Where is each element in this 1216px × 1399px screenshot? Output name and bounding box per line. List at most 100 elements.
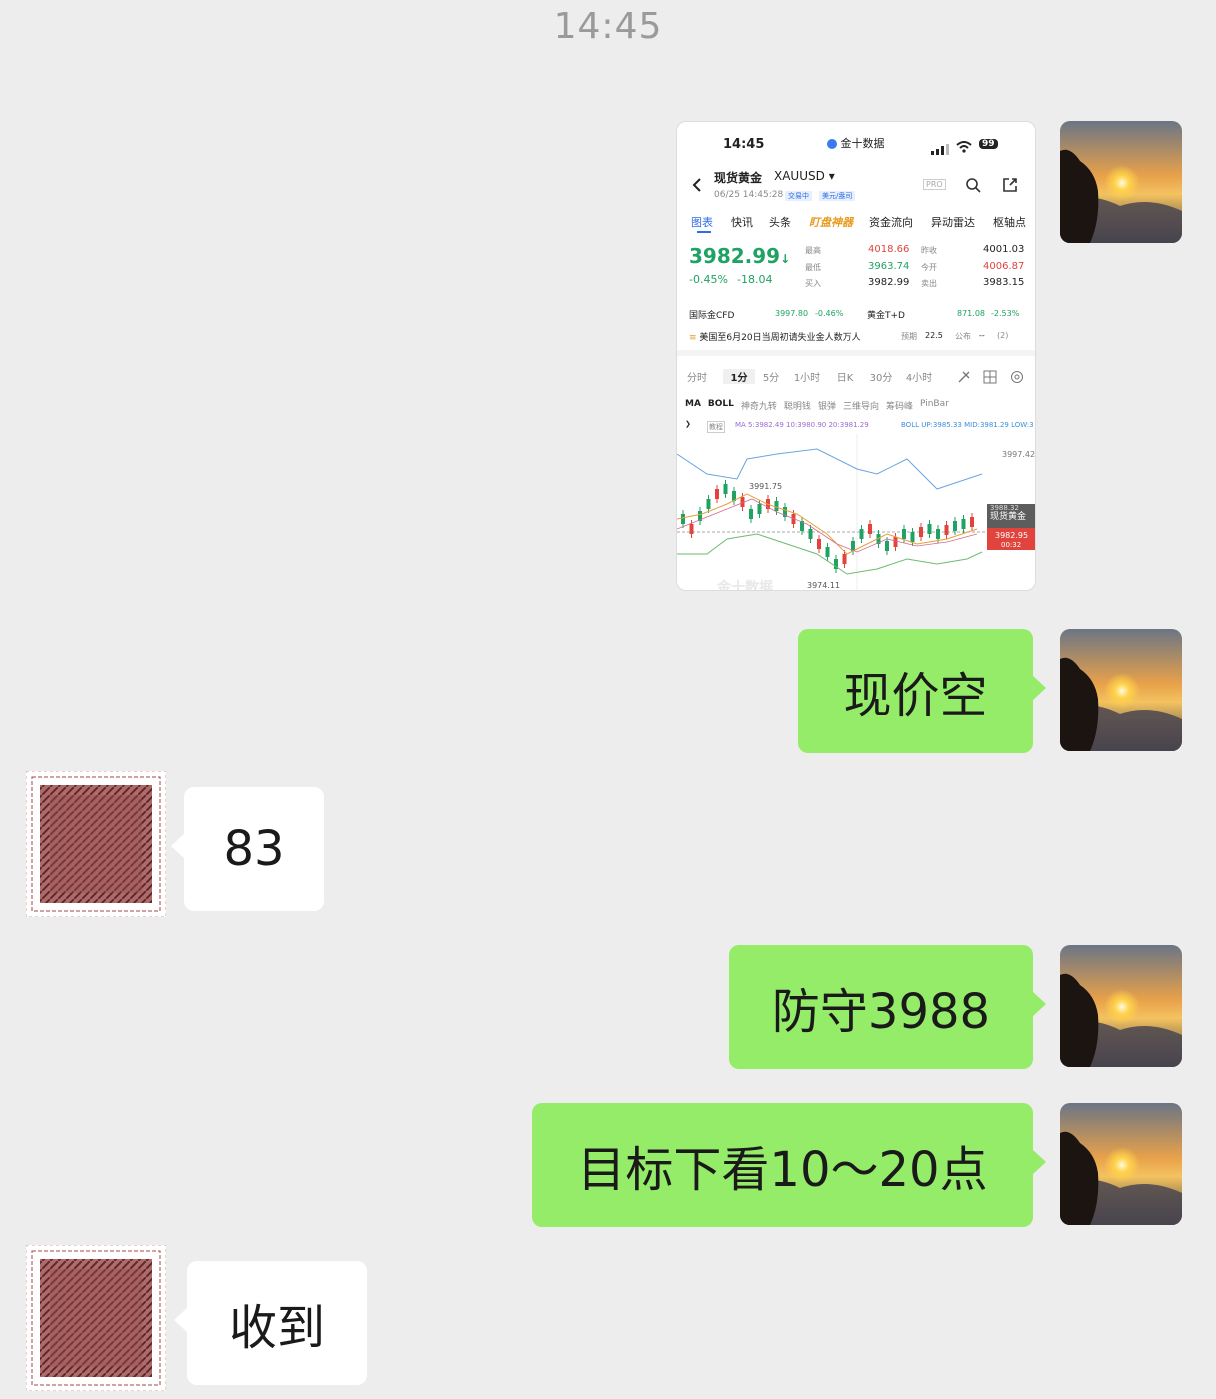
app-logo-icon — [827, 139, 837, 149]
period-1h[interactable]: 1小时 — [787, 369, 827, 384]
contact-avatar[interactable] — [26, 771, 166, 917]
tab-chart[interactable]: 图表 — [691, 214, 731, 230]
candle-body — [706, 499, 711, 509]
unit-tag: 美元/盎司 — [819, 191, 856, 201]
message-bubble-1[interactable]: 现价空 — [798, 629, 1046, 753]
boll-upper-line — [677, 448, 983, 490]
tutorial-tag[interactable]: 教程 — [707, 421, 725, 433]
boll-values: BOLL UP:3985.33 MID:3981.29 LOW:3 — [901, 421, 1034, 429]
my-avatar[interactable] — [1060, 1103, 1182, 1225]
my-avatar[interactable] — [1060, 945, 1182, 1067]
period-4h[interactable]: 4小时 — [899, 369, 939, 384]
sunset-avatar-image — [1060, 121, 1182, 243]
candle-body — [859, 529, 864, 539]
news-icon: ≡ — [689, 333, 697, 343]
tab-underline — [697, 231, 711, 233]
indicator-silver-bullet[interactable]: 银弹 — [818, 399, 836, 412]
candle-body — [842, 554, 847, 564]
news-ticker[interactable]: ≡ 美国至6月20日当周初请失业金人数万人 — [689, 330, 861, 343]
contact-avatar[interactable] — [26, 1245, 166, 1391]
related-chg-td: -2.53% — [991, 309, 1020, 318]
indicator-chip[interactable]: 筹码峰 — [886, 399, 913, 412]
stat-value-high: 4018.66 — [868, 244, 910, 255]
back-icon[interactable] — [691, 177, 703, 197]
dropdown-caret-icon: ▾ — [828, 169, 835, 183]
app-name-badge: 金十数据 — [827, 135, 885, 151]
share-icon[interactable] — [1002, 177, 1018, 197]
draw-tool-icon[interactable] — [957, 369, 971, 388]
status-tag: 交易中 — [785, 191, 812, 201]
price-tag-upper: 3988.32 — [990, 504, 1019, 512]
stat-label-prev-close: 昨收 — [921, 246, 937, 255]
down-arrow-icon: ↓ — [780, 252, 791, 266]
tab-monitor[interactable]: 盯盘神器 — [809, 214, 869, 230]
indicator-bar: MA BOLL 神奇九转 聪明钱 银弹 三维导向 筹码峰 PinBar — [685, 399, 949, 412]
candle-body — [893, 537, 898, 547]
message-text-4: 目标下看10～20点 — [577, 1142, 988, 1198]
candle-body — [825, 547, 830, 557]
price-tag-title: 现货黄金 — [990, 510, 1026, 522]
indicator-smart-money[interactable]: 聪明钱 — [784, 399, 811, 412]
tab-headline[interactable]: 头条 — [769, 214, 809, 230]
candle-body — [970, 517, 974, 527]
period-5min[interactable]: 5分 — [755, 369, 787, 384]
tab-flash[interactable]: 快讯 — [731, 214, 769, 230]
shared-screenshot-image[interactable]: 14:45 金十数据 99 现货黄金 XAUUSD ▾ 06/25 14:45:… — [676, 121, 1036, 591]
indicator-3d[interactable]: 三维导向 — [843, 399, 879, 412]
layout-grid-icon[interactable] — [983, 369, 997, 388]
news-publish-value: -- — [979, 331, 985, 340]
indicator-expand-icon[interactable]: ❯ — [685, 420, 691, 428]
candles — [681, 480, 974, 573]
indicator-ma[interactable]: MA — [685, 399, 701, 412]
message-bubble-2[interactable]: 83 — [171, 787, 324, 911]
news-count: (2) — [997, 331, 1009, 340]
indicator-nine[interactable]: 神奇九转 — [741, 399, 777, 412]
message-bubble-5[interactable]: 收到 — [174, 1261, 367, 1385]
message-text-2: 83 — [223, 821, 285, 877]
quote-datetime: 06/25 14:45:28 — [714, 190, 784, 200]
search-icon[interactable] — [965, 177, 981, 197]
related-chg-cfd: -0.46% — [815, 309, 844, 318]
period-30min[interactable]: 30分 — [863, 369, 899, 384]
wifi-icon — [956, 138, 972, 157]
my-avatar[interactable] — [1060, 629, 1182, 751]
tab-pivot[interactable]: 枢轴点 — [993, 214, 1033, 230]
status-time: 14:45 — [723, 137, 765, 152]
indicator-boll[interactable]: BOLL — [708, 399, 734, 412]
related-name-cfd: 国际金CFD — [689, 311, 735, 321]
news-forecast-value: 22.5 — [925, 331, 943, 340]
red-pattern-avatar-image — [26, 771, 166, 917]
message-bubble-3[interactable]: 防守3988 — [729, 945, 1046, 1069]
candle-body — [808, 529, 813, 539]
candle-body — [953, 521, 957, 531]
stat-label-open: 今开 — [921, 263, 937, 272]
period-1min[interactable]: 1分 — [723, 369, 755, 384]
candle-body — [868, 524, 872, 534]
candle-body — [961, 519, 966, 529]
related-price-td: 871.08 — [957, 309, 985, 318]
news-forecast-label: 预期 — [901, 332, 917, 341]
tab-capital-flow[interactable]: 资金流向 — [869, 214, 931, 230]
tab-anomaly-radar[interactable]: 异动雷达 — [931, 214, 993, 230]
candle-body — [774, 501, 779, 511]
period-timeshare[interactable]: 分时 — [687, 369, 723, 384]
stat-value-ask: 3983.15 — [983, 277, 1025, 288]
indicator-pinbar[interactable]: PinBar — [920, 399, 949, 412]
stat-label-low: 最低 — [805, 263, 821, 272]
related-name-td: 黄金T+D — [867, 311, 905, 321]
current-price-tag-value: 3982.95 — [995, 531, 1028, 540]
period-bar: 分时 1分 5分 1小时 日K 30分 4小时 — [687, 369, 939, 384]
pro-badge[interactable]: PRO — [923, 179, 946, 190]
chart-top-label: 3997.42 — [1002, 450, 1035, 459]
period-day[interactable]: 日K — [827, 369, 863, 384]
instrument-symbol[interactable]: XAUUSD ▾ — [774, 169, 835, 183]
related-price-cfd: 3997.80 — [775, 309, 809, 318]
candlestick-chart[interactable]: 3997.42 3991.75 3974.11 金十数据 3988.32 现货黄… — [677, 434, 1036, 591]
signal-icon — [931, 140, 949, 159]
message-bubble-4[interactable]: 目标下看10～20点 — [532, 1103, 1046, 1227]
my-avatar[interactable] — [1060, 121, 1182, 243]
candle-body — [817, 539, 821, 549]
settings-icon[interactable] — [1010, 369, 1024, 388]
stat-label-high: 最高 — [805, 246, 821, 255]
change-abs: -18.04 — [737, 273, 773, 286]
